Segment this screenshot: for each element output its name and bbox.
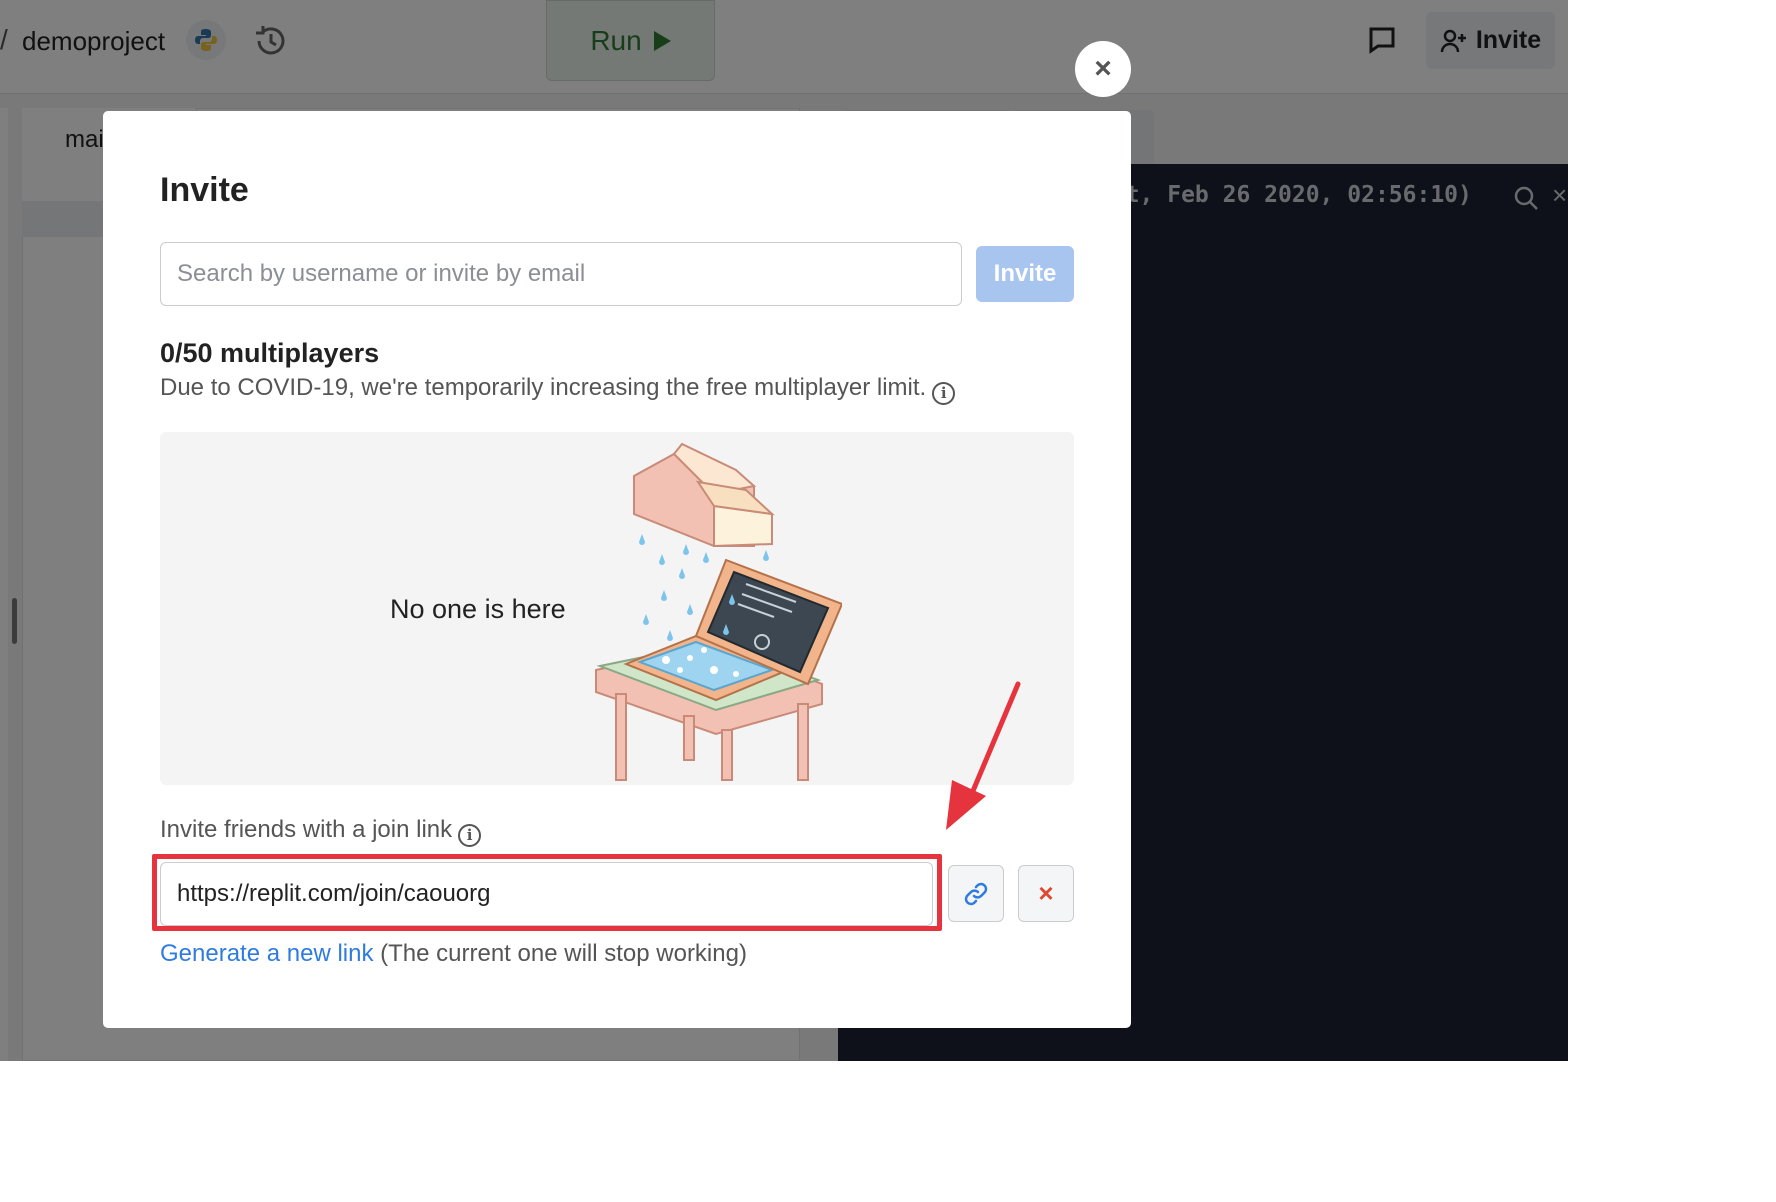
generate-link-row: Generate a new link (The current one wil…	[160, 940, 747, 968]
copy-link-button[interactable]	[948, 865, 1004, 922]
generate-link[interactable]: Generate a new link	[160, 940, 373, 967]
invite-modal: Invite Invite 0/50 multiplayers Due to C…	[103, 111, 1131, 1028]
empty-state-text: No one is here	[390, 594, 566, 624]
search-input[interactable]	[160, 242, 962, 306]
link-icon	[964, 882, 988, 905]
covid-note-text: Due to COVID-19, we're temporarily incre…	[160, 374, 927, 401]
join-info-icon[interactable]: i	[458, 824, 482, 847]
revoke-link-button[interactable]: ×	[1018, 865, 1074, 922]
empty-state-panel: No one is here	[160, 432, 1074, 785]
multiplayer-count: 0/50 multiplayers	[160, 338, 380, 368]
invite-button[interactable]: Invite	[976, 246, 1074, 302]
join-link-label-text: Invite friends with a join link	[160, 816, 453, 843]
annotation-arrow	[946, 681, 1021, 830]
close-icon[interactable]: ×	[1075, 41, 1131, 97]
empty-state-illustration	[595, 442, 842, 781]
join-link-field[interactable]	[160, 862, 933, 926]
covid-note: Due to COVID-19, we're temporarily incre…	[160, 374, 956, 405]
join-link-label: Invite friends with a join link i	[160, 816, 482, 847]
info-icon[interactable]: i	[932, 382, 956, 405]
generate-note: (The current one will stop working)	[380, 940, 747, 967]
modal-title: Invite	[160, 171, 249, 209]
